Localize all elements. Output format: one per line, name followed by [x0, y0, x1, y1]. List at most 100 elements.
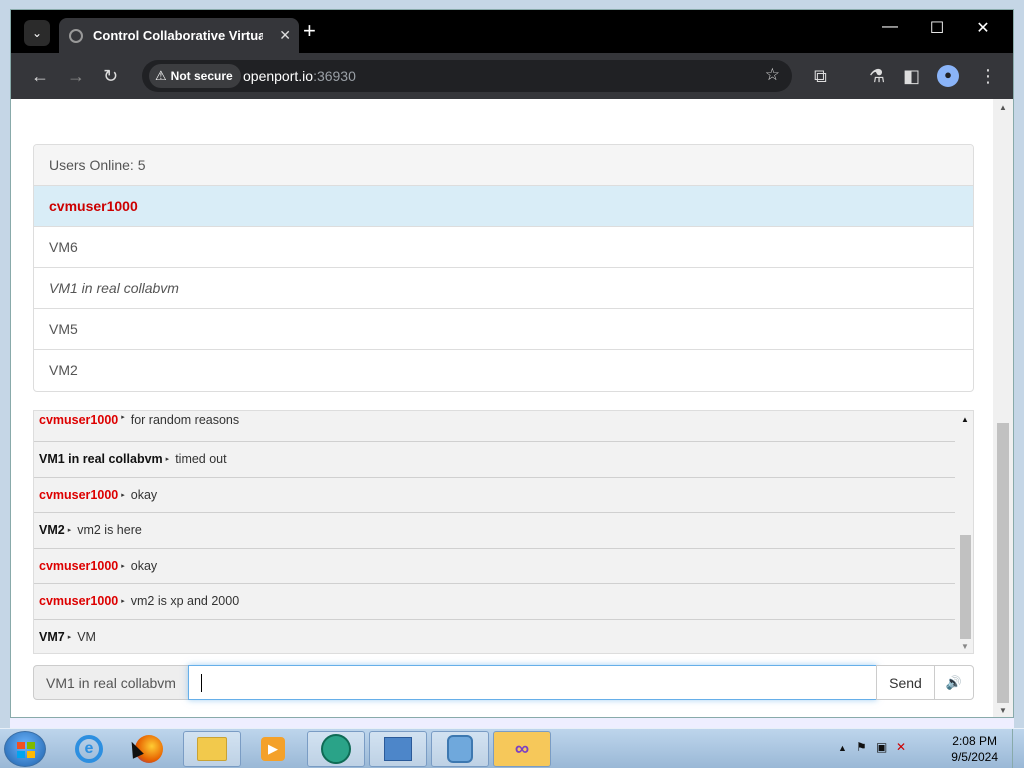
chat-log[interactable]: cvmuser1000 ▸ for random reasons VM1 in re… [33, 410, 974, 654]
page-scrollbar[interactable]: ▲ ▼ [993, 99, 1013, 717]
tab-search-icon[interactable]: ⌄ [24, 20, 50, 46]
taskbar-media-center[interactable]: ▶ [244, 731, 302, 767]
chat-message: cvmuser1000 ▸ for random reasons [34, 411, 955, 442]
security-chip[interactable]: ⚠ Not secure [149, 64, 241, 88]
media-player-icon [321, 734, 351, 764]
browser-window: ⌄ Control Collaborative Virtual M ✕ + — … [10, 9, 1014, 718]
clock[interactable]: 2:08 PM 9/5/2024 [951, 733, 998, 765]
chat-message: VM1 in real collabvm ▸ timed out [34, 442, 955, 478]
chat-text: timed out [175, 452, 227, 467]
favicon-icon [69, 28, 83, 43]
chat-text: vm2 is xp and 2000 [130, 594, 240, 609]
tab-strip: ⌄ Control Collaborative Virtual M ✕ + — … [11, 10, 1013, 53]
back-icon[interactable]: ← [31, 66, 49, 86]
tab-close-icon[interactable]: ✕ [279, 27, 291, 44]
chat-text: for random reasons [130, 413, 240, 427]
chat-username[interactable]: VM1 in real collabvm [39, 452, 163, 466]
extensions-icon[interactable]: ⧉ [814, 66, 827, 86]
taskbar-internet-explorer[interactable]: e [60, 731, 118, 767]
user-row[interactable]: cvmuser1000 [34, 186, 973, 227]
labs-icon[interactable]: ⚗ [869, 66, 885, 86]
maximize-icon[interactable]: ☐ [914, 18, 960, 38]
chat-scrollbar[interactable]: ▲ ▼ [957, 411, 973, 653]
taskbar-media-player[interactable] [307, 731, 365, 767]
chat-username[interactable]: VM7 [39, 630, 65, 644]
sidepanel-icon[interactable]: ◧ [903, 66, 920, 86]
visual-studio-icon: ∞ [514, 737, 530, 760]
tab-active[interactable]: Control Collaborative Virtual M ✕ [59, 18, 299, 53]
taskbar-windows-explorer[interactable] [183, 731, 241, 767]
user-row[interactable]: VM1 in real collabvm [34, 268, 973, 309]
scroll-down-icon[interactable]: ▼ [999, 706, 1007, 715]
taskbar-tools[interactable] [431, 731, 489, 767]
separator-icon: ▸ [67, 527, 72, 535]
tab-title: Control Collaborative Virtual M [93, 28, 263, 43]
background-window-strip [10, 718, 1014, 728]
volume-icon[interactable]: 🔊 [934, 665, 974, 700]
control-panel-icon [384, 737, 412, 761]
network-icon[interactable]: ▣ [876, 740, 887, 754]
chat-username[interactable]: VM2 [39, 523, 65, 537]
taskbar: e ▶ ∞ ▲ ⚑ ▣ ✕ 2:08 PM 9/5/2024 [0, 728, 1024, 768]
address-bar[interactable]: ⚠ Not secure openport.io:36930 ☆ [142, 60, 792, 92]
scroll-up-icon[interactable]: ▲ [999, 103, 1007, 112]
chat-text: okay [130, 487, 158, 502]
folder-icon [197, 737, 227, 761]
show-hidden-icons-icon[interactable]: ▲ [838, 743, 847, 753]
user-row[interactable]: VM6 [34, 227, 973, 268]
action-center-flag-icon[interactable]: ⚑ [856, 740, 867, 754]
close-icon[interactable]: ✕ [960, 18, 1006, 38]
start-button[interactable] [4, 731, 46, 767]
separator-icon: ▸ [121, 414, 125, 421]
chat-text: VM [77, 630, 96, 645]
page-content: Users Online: 5 cvmuser1000 VM6 VM1 in r… [17, 99, 993, 717]
reload-icon[interactable]: ↻ [103, 66, 118, 86]
minimize-icon[interactable]: — [867, 18, 913, 36]
chat-username[interactable]: cvmuser1000 [39, 413, 118, 427]
chat-message: cvmuser1000 ▸ okay [34, 478, 955, 513]
new-tab-button[interactable]: + [303, 20, 316, 42]
profile-icon[interactable]: ● [937, 65, 959, 87]
chat-message: cvmuser1000 ▸ vm2 is xp and 2000 [34, 584, 955, 620]
tools-icon [447, 735, 473, 763]
clock-date: 9/5/2024 [951, 750, 998, 764]
separator-icon: ▸ [67, 634, 72, 642]
taskbar-control-panel[interactable] [369, 731, 427, 767]
text-caret [201, 674, 202, 692]
page-scroll-thumb[interactable] [997, 423, 1009, 703]
scroll-up-icon[interactable]: ▲ [961, 415, 969, 424]
user-row[interactable]: VM5 [34, 309, 973, 350]
url-text: openport.io:36930 [243, 68, 356, 84]
send-button[interactable]: Send [876, 665, 935, 700]
user-row[interactable]: VM2 [34, 350, 973, 391]
security-label: Not secure [170, 69, 233, 83]
chat-username[interactable]: cvmuser1000 [39, 488, 118, 502]
show-desktop-button[interactable] [1012, 729, 1024, 768]
system-tray: ▲ ⚑ ▣ ✕ 2:08 PM 9/5/2024 [834, 729, 1024, 768]
separator-icon: ▸ [121, 562, 125, 570]
volume-muted-icon[interactable]: ✕ [896, 740, 906, 754]
chat-message: VM2 ▸ vm2 is here [34, 513, 955, 549]
chat-text: okay [130, 558, 158, 573]
media-icon: ▶ [261, 737, 285, 761]
scroll-down-icon[interactable]: ▼ [961, 642, 969, 651]
url-port: :36930 [313, 68, 356, 84]
users-panel: Users Online: 5 cvmuser1000 VM6 VM1 in r… [33, 144, 974, 392]
forward-icon[interactable]: → [67, 66, 85, 86]
url-host: openport.io [243, 68, 314, 84]
users-online-header: Users Online: 5 [34, 145, 973, 186]
taskbar-visual-studio[interactable]: ∞ [493, 731, 551, 767]
chat-text: vm2 is here [77, 523, 142, 538]
separator-icon: ▸ [121, 491, 125, 499]
chat-input[interactable] [188, 665, 877, 700]
nickname-label[interactable]: VM1 in real collabvm [33, 665, 189, 700]
browser-toolbar: ← → ↻ ⚠ Not secure openport.io:36930 ☆ ⧉… [11, 53, 1013, 99]
warning-icon: ⚠ [155, 68, 167, 83]
chat-username[interactable]: cvmuser1000 [39, 594, 118, 608]
star-icon[interactable]: ☆ [765, 65, 780, 85]
menu-icon[interactable]: ⋮ [979, 66, 997, 86]
chat-scroll-thumb[interactable] [960, 535, 971, 639]
chat-message: VM7 ▸ VM [34, 620, 955, 654]
chat-username[interactable]: cvmuser1000 [39, 559, 118, 573]
separator-icon: ▸ [121, 598, 125, 606]
